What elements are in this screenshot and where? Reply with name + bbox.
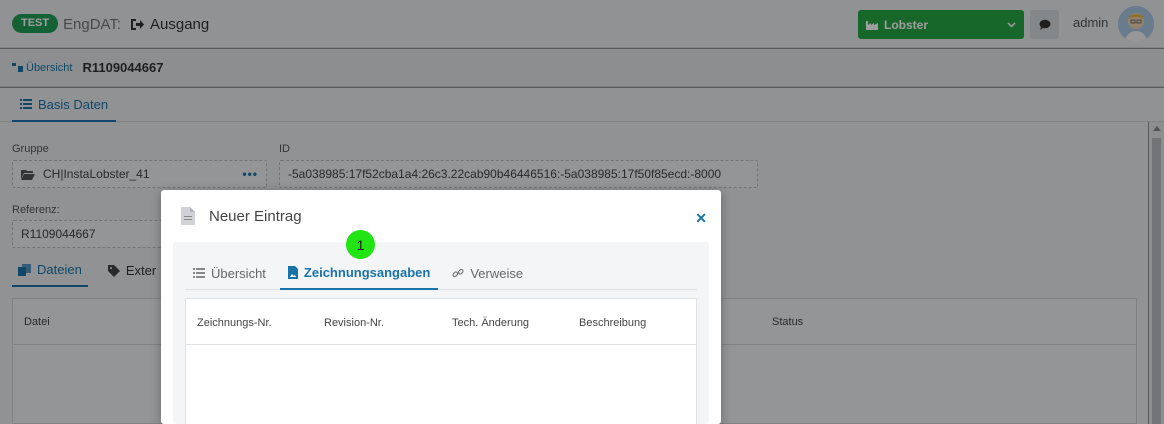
step-marker: 1 xyxy=(346,230,375,259)
dialog-header: Neuer Eintrag xyxy=(161,190,721,242)
column-header-revision-nr[interactable]: Revision-Nr. xyxy=(324,317,384,329)
column-header-zeichnungs-nr[interactable]: Zeichnungs-Nr. xyxy=(197,317,272,329)
tab-zeichnungsangaben-label: Zeichnungsangaben xyxy=(303,264,431,280)
file-image-icon xyxy=(287,265,298,279)
tab-verweise-label: Verweise xyxy=(470,265,524,281)
close-icon[interactable]: ✕ xyxy=(695,210,707,227)
column-header-beschreibung[interactable]: Beschreibung xyxy=(579,317,646,329)
dialog-tabs: Übersicht Zeichnungsangaben Verweise xyxy=(185,256,697,290)
tab-uebersicht[interactable]: Übersicht xyxy=(185,256,274,290)
tab-uebersicht-label: Übersicht xyxy=(211,265,266,281)
column-header-tech-aenderung[interactable]: Tech. Änderung xyxy=(452,317,529,329)
file-text-icon xyxy=(181,207,195,225)
new-entry-dialog: Neuer Eintrag ✕ Übersicht Zeichnungsanga… xyxy=(161,190,721,424)
dialog-body: Übersicht Zeichnungsangaben Verweise Zei… xyxy=(173,242,709,424)
dialog-title: Neuer Eintrag xyxy=(209,207,302,225)
list-icon xyxy=(193,268,205,278)
drawing-table: Zeichnungs-Nr. Revision-Nr. Tech. Änderu… xyxy=(185,298,697,424)
link-icon xyxy=(452,268,464,278)
drawing-table-header: Zeichnungs-Nr. Revision-Nr. Tech. Änderu… xyxy=(186,299,696,345)
tab-verweise[interactable]: Verweise xyxy=(444,256,531,290)
tab-zeichnungsangaben[interactable]: Zeichnungsangaben xyxy=(279,256,439,290)
